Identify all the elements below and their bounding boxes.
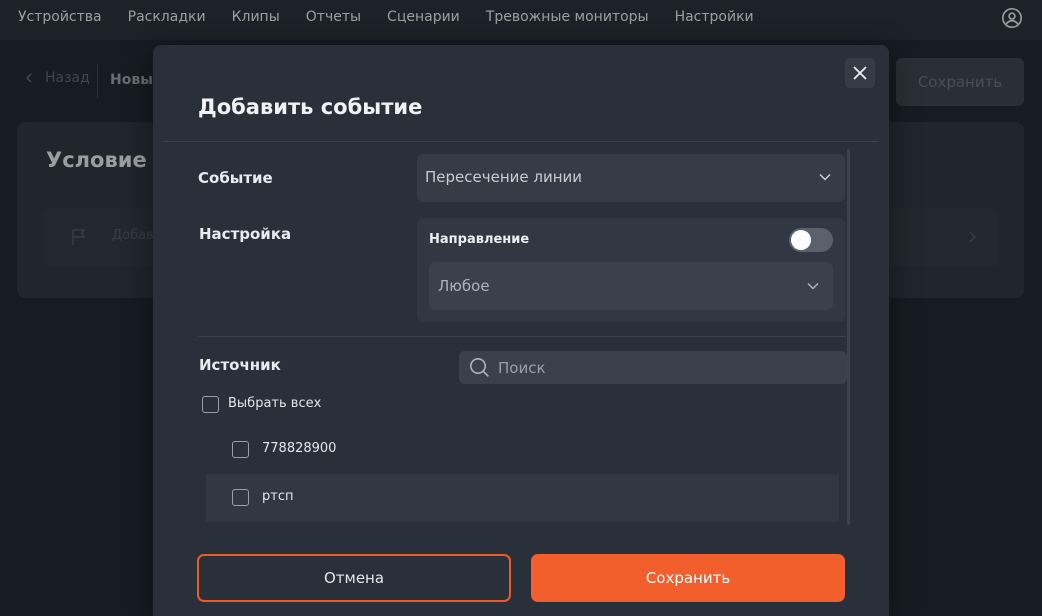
flag-icon [72, 229, 86, 245]
direction-label: Направление [429, 232, 530, 247]
nav-item-settings[interactable]: Настройки [675, 0, 754, 34]
nav-item-scenarios[interactable]: Сценарии [387, 0, 460, 34]
back-link[interactable]: Назад [24, 70, 90, 86]
close-icon [853, 66, 867, 80]
chevron-right-icon [969, 231, 977, 243]
add-event-dialog: Добавить событие Событие Пересечение лин… [153, 45, 889, 616]
user-circle-icon[interactable] [1001, 7, 1023, 29]
cancel-button[interactable]: Отмена [197, 554, 511, 602]
direction-toggle[interactable] [789, 228, 833, 252]
save-button[interactable]: Сохранить [531, 554, 845, 602]
source-checkbox[interactable] [232, 489, 249, 506]
chevron-down-icon [819, 173, 831, 181]
setting-panel: Направление Любое [417, 218, 845, 322]
toggle-knob [791, 230, 811, 250]
event-select[interactable]: Пересечение линии [417, 154, 845, 202]
setting-label: Настройка [199, 225, 292, 243]
nav-menu: Устройства Раскладки Клипы Отчеты Сценар… [0, 0, 780, 40]
search-input[interactable] [498, 351, 838, 384]
close-button[interactable] [845, 58, 875, 88]
nav-item-reports[interactable]: Отчеты [306, 0, 361, 34]
select-all-checkbox[interactable] [202, 396, 219, 413]
search-icon [470, 358, 489, 377]
section-divider [198, 336, 846, 337]
nav-item-alarm-monitors[interactable]: Тревожные мониторы [486, 0, 649, 34]
chevron-left-icon [25, 73, 32, 83]
dialog-divider [163, 141, 879, 142]
dialog-scrollbar[interactable] [847, 149, 850, 525]
direction-select-value: Любое [438, 277, 490, 295]
source-search [459, 351, 847, 384]
event-select-value: Пересечение линии [425, 168, 583, 186]
dialog-title: Добавить событие [198, 95, 423, 119]
nav-item-clips[interactable]: Клипы [232, 0, 280, 34]
nav-item-devices[interactable]: Устройства [18, 0, 102, 34]
source-checkbox[interactable] [232, 441, 249, 458]
top-nav: Устройства Раскладки Клипы Отчеты Сценар… [0, 0, 1042, 40]
source-label-item: 778828900 [262, 441, 337, 456]
header-divider [97, 64, 98, 98]
add-condition-label: Добав [112, 228, 154, 243]
select-all-label: Выбрать всех [228, 396, 322, 411]
condition-title: Условие [46, 148, 147, 172]
source-label-item: ртсп [262, 489, 294, 504]
chevron-down-icon [807, 282, 819, 290]
back-label: Назад [45, 70, 90, 86]
direction-select[interactable]: Любое [429, 262, 833, 310]
event-label: Событие [198, 169, 273, 187]
source-label: Источник [199, 356, 281, 374]
list-item-highlight[interactable] [206, 474, 839, 522]
page-save-button[interactable]: Сохранить [896, 58, 1024, 106]
nav-item-layouts[interactable]: Раскладки [128, 0, 206, 34]
